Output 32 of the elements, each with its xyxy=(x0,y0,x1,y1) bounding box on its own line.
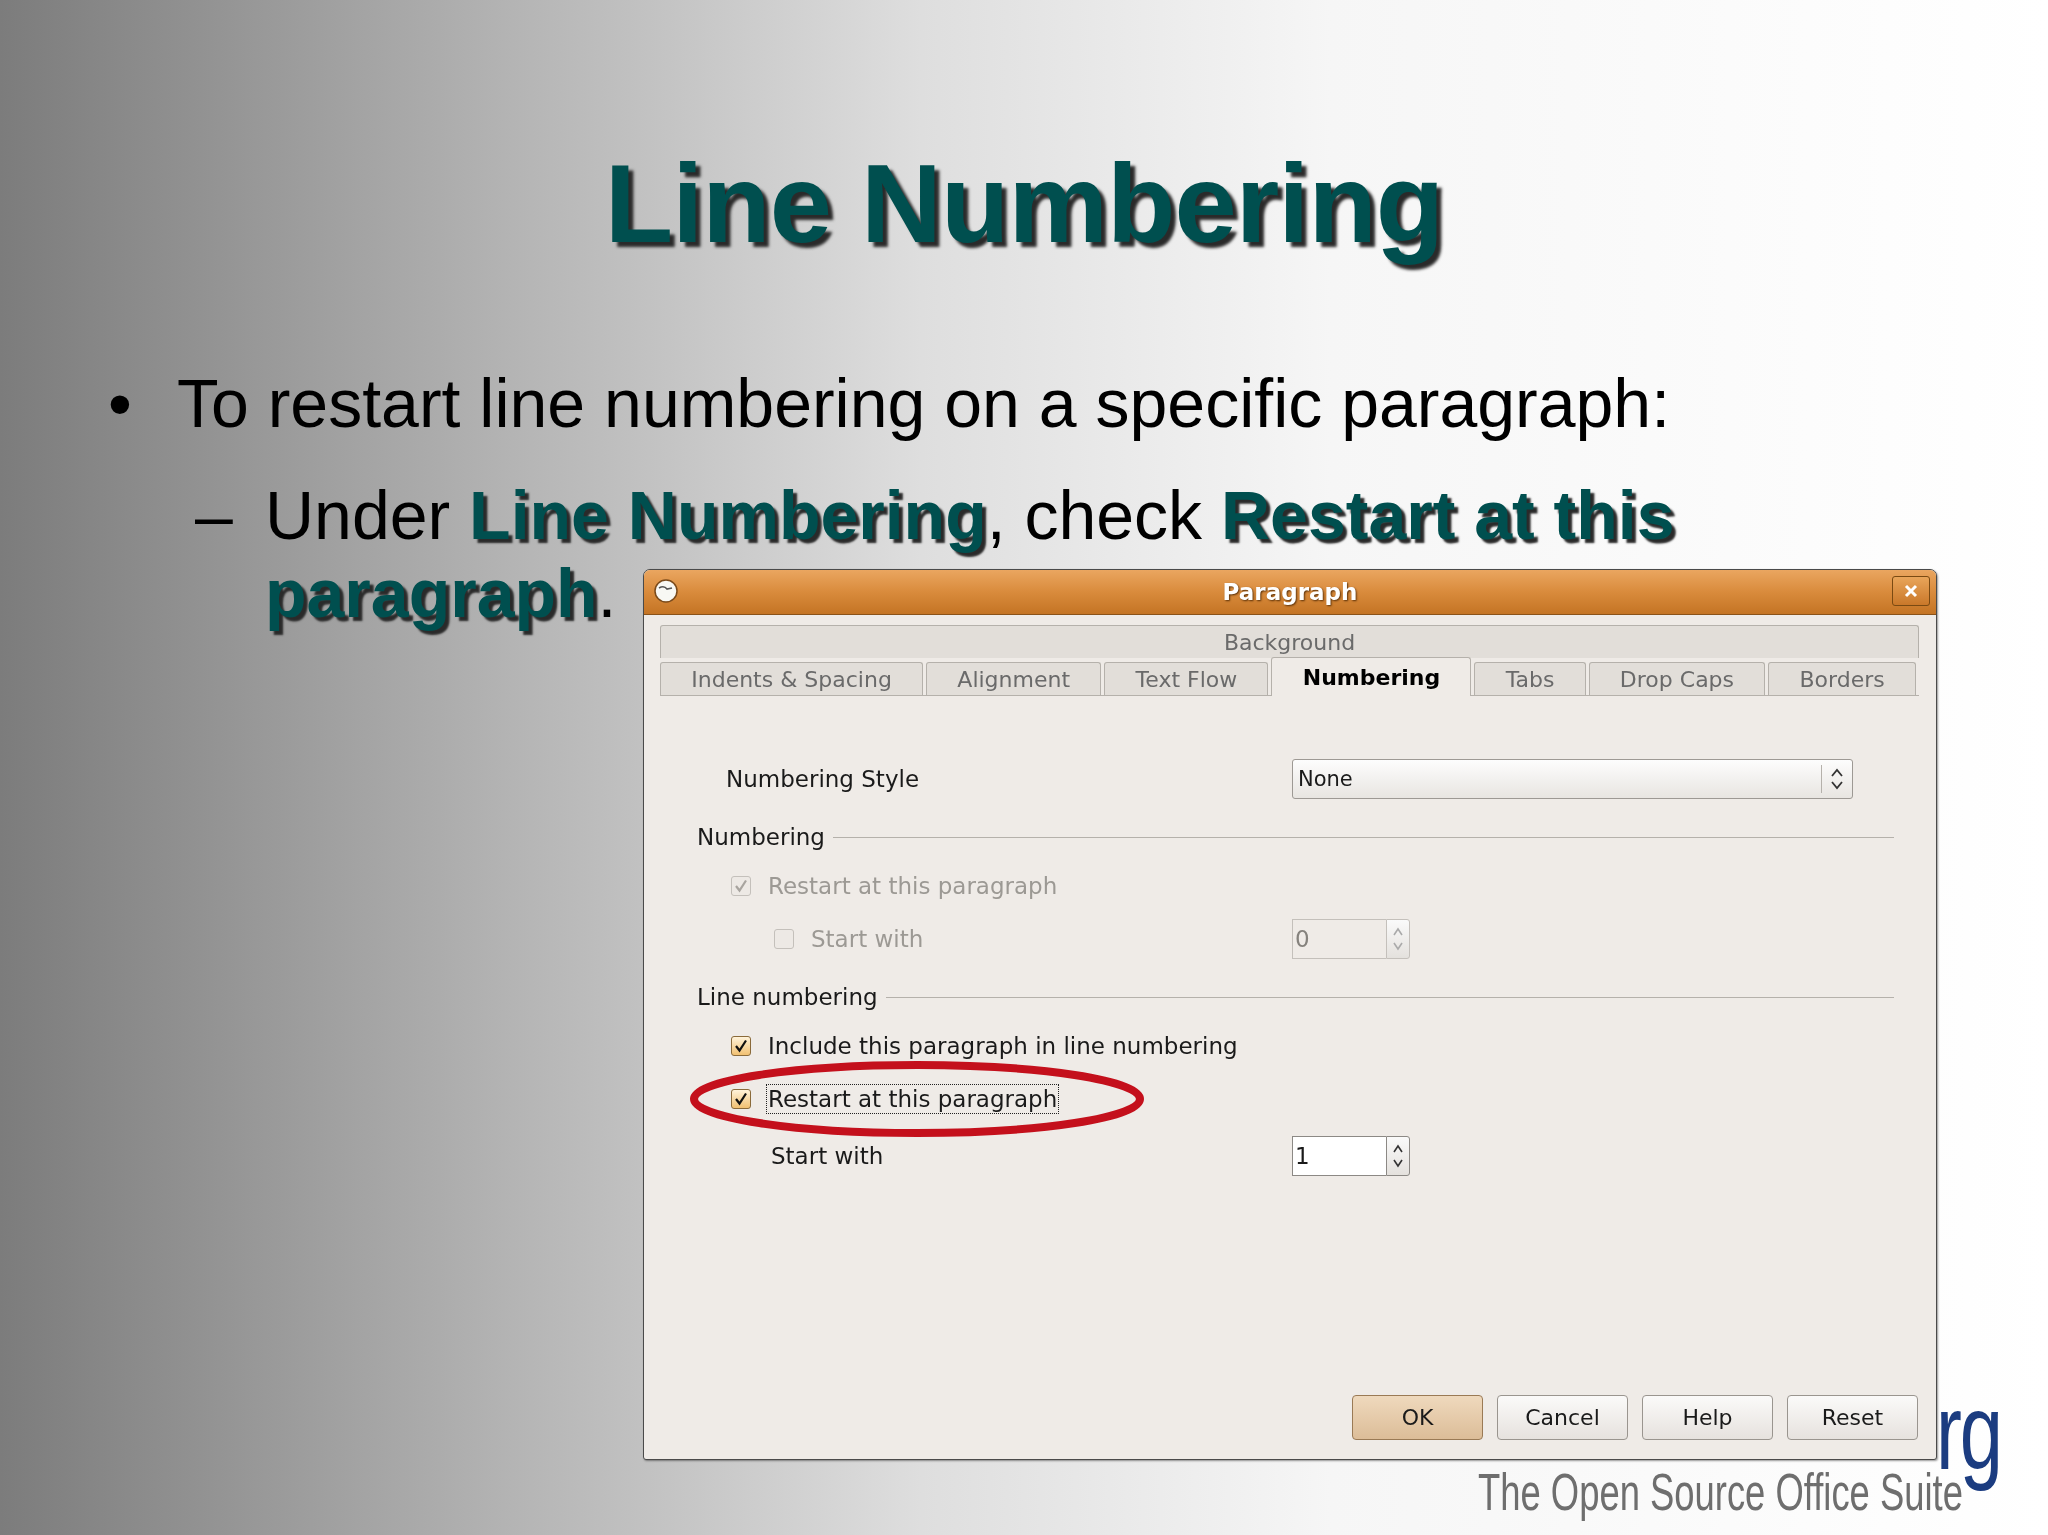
dialog-button[interactable]: Cancel xyxy=(1497,1395,1628,1440)
checkbox[interactable] xyxy=(731,1035,751,1056)
checkbox[interactable] xyxy=(731,1088,751,1109)
field-label: Numbering Style xyxy=(725,766,921,792)
slide-title: Line Numbering xyxy=(604,140,1444,268)
dialog-button[interactable]: Reset xyxy=(1787,1395,1918,1440)
field-label: Start with xyxy=(770,1141,885,1171)
bullet-text: To restart line numbering on a specific paragraph: xyxy=(177,364,1671,441)
close-button[interactable] xyxy=(1892,576,1930,606)
close-icon xyxy=(1903,583,1919,599)
bullet-marker: • xyxy=(108,363,133,442)
section-heading: Line numbering xyxy=(697,984,878,1010)
ok-button[interactable]: OK xyxy=(1352,1395,1483,1440)
checkbox-label[interactable]: Restart at this paragraph xyxy=(766,1083,1060,1114)
bullet-marker: – xyxy=(195,475,234,554)
window-title: Paragraph xyxy=(1222,579,1358,605)
tab[interactable]: Indents & Spacing xyxy=(660,662,924,695)
section-heading: Numbering xyxy=(697,824,825,850)
window-menu-icon[interactable] xyxy=(654,579,678,603)
updown-arrows-icon xyxy=(1830,767,1844,791)
checkbox-label[interactable]: Include this paragraph in line numbering xyxy=(766,1030,1240,1061)
dialog-button[interactable]: Help xyxy=(1642,1395,1773,1440)
tab[interactable]: Borders xyxy=(1768,662,1916,695)
numbering-style-dropdown[interactable]: None xyxy=(1292,759,1853,799)
tab[interactable]: Alignment xyxy=(926,662,1102,695)
tab[interactable]: Numbering xyxy=(1271,657,1472,696)
tab[interactable]: Drop Caps xyxy=(1588,662,1766,695)
bullet-text: paragraph. xyxy=(265,554,617,631)
tab[interactable]: Text Flow xyxy=(1104,662,1269,695)
bullet-text: Under Line Numbering, check Restart at this xyxy=(265,476,1675,553)
tab[interactable]: Background xyxy=(660,625,1919,658)
tab[interactable]: Tabs xyxy=(1474,662,1586,695)
